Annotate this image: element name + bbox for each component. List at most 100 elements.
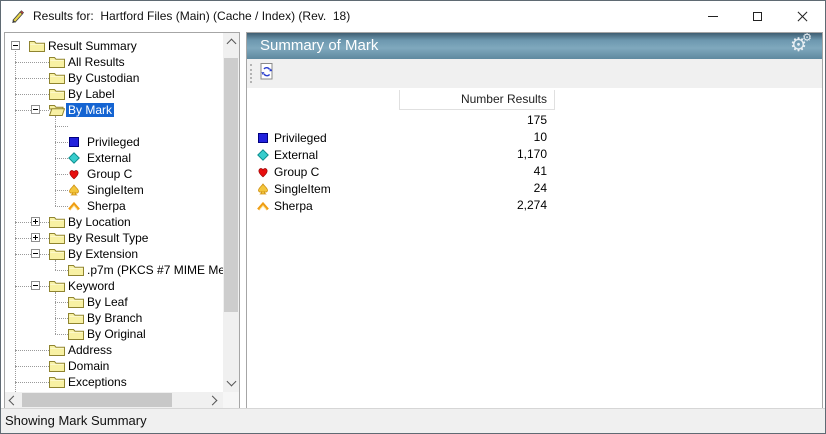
vertical-scroll-thumb[interactable] [224,58,238,312]
row-label-text: Privileged [274,131,327,145]
header-underline [399,109,555,110]
tree-connector-stub [55,302,68,303]
tree-item-all-results[interactable]: All Results [5,54,223,70]
row-value: 2,274 [399,197,547,214]
scroll-down-icon[interactable] [227,377,237,387]
tree-connector-stub [15,366,49,367]
tree-item-label[interactable]: SingleItem [85,183,146,197]
tree-item-p7m-pkcs-7-mime-messa[interactable]: .p7m (PKCS #7 MIME Messa [5,262,223,278]
table-row-total[interactable]: 175 [247,112,822,129]
mark-heart-icon [68,168,80,180]
tree-item-keyword[interactable]: Keyword [5,278,223,294]
table-row-sherpa[interactable]: Sherpa 2,274 [247,197,822,214]
refresh-button[interactable] [255,62,278,85]
folder-closed-icon [68,312,84,324]
tree-item-label[interactable]: By Original [85,327,148,341]
tree-item-result-summary[interactable]: Result Summary [5,38,223,54]
tree-item-by-location[interactable]: By Location [5,214,223,230]
tree-item-exceptions[interactable]: Exceptions [5,374,223,390]
scroll-up-icon[interactable] [227,39,237,49]
scroll-left-icon[interactable] [9,396,19,406]
tree-item-by-custodian[interactable]: By Custodian [5,70,223,86]
mark-chevron-icon [68,200,80,212]
settings-button[interactable]: ⚙ ⚙ [784,33,814,59]
folder-closed-icon [68,264,84,276]
tree-item-label[interactable]: Keyword [66,279,117,293]
collapse-minus-icon[interactable] [31,281,40,290]
tree-item-label[interactable]: By Leaf [85,295,130,309]
tree-item-label[interactable]: External [85,151,133,165]
toolbar-grip-handle[interactable] [250,64,252,83]
tree-item-label[interactable]: .p7m (PKCS #7 MIME Messa [85,263,223,277]
tree-item-label[interactable]: By Result Type [66,231,150,245]
status-bar: Showing Mark Summary [1,408,825,433]
tree-item-blank[interactable] [5,118,223,134]
tree-item-external[interactable]: External [5,150,223,166]
tree-item-by-mark[interactable]: By Mark [5,102,223,118]
tree-vertical-scrollbar[interactable] [223,33,239,392]
tree-item-label[interactable]: Exceptions [66,375,129,389]
tree-item-by-result-type[interactable]: By Result Type [5,230,223,246]
tree-item-by-leaf[interactable]: By Leaf [5,294,223,310]
tree-item-address[interactable]: Address [5,342,223,358]
horizontal-scroll-thumb[interactable] [22,393,172,407]
close-button[interactable] [780,1,825,31]
tree-item-privileged[interactable]: Privileged [5,134,223,150]
row-value: 10 [399,129,547,146]
tree-item-domain[interactable]: Domain [5,358,223,374]
tree-item-label[interactable]: Address [66,343,114,357]
tree-connector-stub [55,334,68,335]
tree-item-group-c[interactable]: Group C [5,166,223,182]
row-label: Group C [257,163,319,180]
folder-closed-icon [49,72,65,84]
table-row-external[interactable]: External1,170 [247,146,822,163]
summary-panel-header: Summary of Mark ⚙ ⚙ [247,33,822,60]
column-divider [554,90,555,109]
tree-item-label[interactable]: By Mark [66,103,114,117]
tree-connector-stub [55,190,68,191]
tree-item-label[interactable]: All Results [66,55,127,69]
refresh-document-icon [257,62,276,86]
tree-connector-stub [55,318,68,319]
tree-item-singleitem[interactable]: SingleItem [5,182,223,198]
minimize-button[interactable] [690,1,735,31]
tree-item-by-branch[interactable]: By Branch [5,310,223,326]
row-label: SingleItem [257,180,331,197]
tree-item-label[interactable]: Privileged [85,135,142,149]
tree-item-label[interactable]: By Label [66,87,117,101]
title-bar[interactable]: Results for: Hartford Files (Main) (Cach… [1,1,825,31]
tree-connector-stub [55,270,68,271]
row-label-text: Sherpa [274,199,313,213]
tree-item-label[interactable]: By Branch [85,311,144,325]
table-row-group-c[interactable]: Group C41 [247,163,822,180]
maximize-icon [753,12,762,21]
table-row-privileged[interactable]: Privileged 10 [247,129,822,146]
tree-item-label[interactable]: Result Summary [46,39,139,53]
minimize-icon [708,16,718,17]
tree-horizontal-scrollbar[interactable] [5,392,223,408]
scroll-right-icon[interactable] [208,396,218,406]
collapse-minus-icon[interactable] [31,105,40,114]
tree-item-sherpa[interactable]: Sherpa [5,198,223,214]
maximize-button[interactable] [735,1,780,31]
row-label: External [257,146,318,163]
mark-chevron-icon [257,200,269,212]
folder-closed-icon [49,376,65,388]
table-row-singleitem[interactable]: SingleItem24 [247,180,822,197]
collapse-minus-icon[interactable] [31,249,40,258]
tree-item-label[interactable]: By Location [66,215,133,229]
expand-plus-icon[interactable] [31,233,40,242]
tree-item-by-original[interactable]: By Original [5,326,223,342]
column-header-number-results[interactable]: Number Results [399,90,547,109]
tree-item-label[interactable]: Domain [66,359,111,373]
expand-plus-icon[interactable] [31,217,40,226]
tree-connector-stub [15,62,49,63]
tree-item-label[interactable]: By Extension [66,247,140,261]
tree-item-by-extension[interactable]: By Extension [5,246,223,262]
tree-item-label[interactable]: By Custodian [66,71,141,85]
close-icon [797,11,808,22]
tree-item-by-label[interactable]: By Label [5,86,223,102]
tree-item-label[interactable]: Sherpa [85,199,128,213]
collapse-minus-icon[interactable] [11,41,20,50]
tree-item-label[interactable]: Group C [85,167,134,181]
